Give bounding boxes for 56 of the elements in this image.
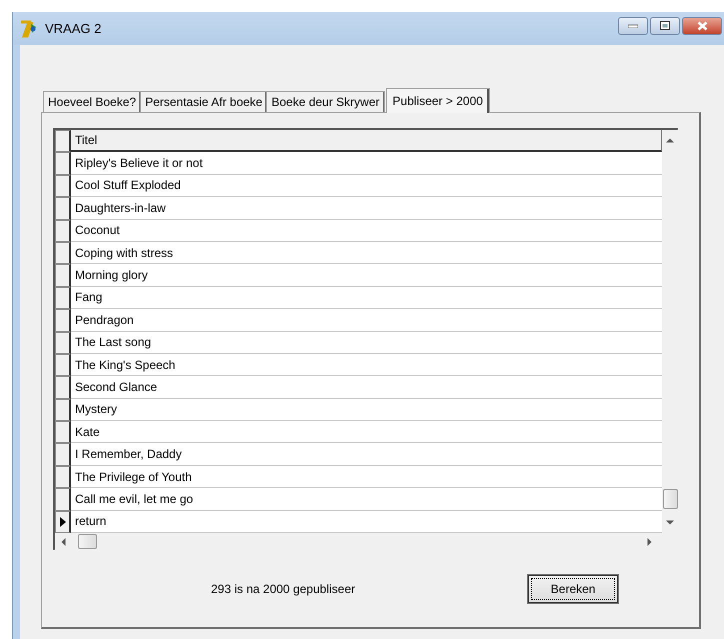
row-indicator[interactable] <box>55 443 71 466</box>
table-cell: Mystery <box>71 398 662 422</box>
row-header <box>55 130 71 152</box>
row-indicator[interactable] <box>55 152 71 175</box>
row-indicator[interactable] <box>55 466 71 488</box>
table-cell: Morning glory <box>71 264 662 287</box>
scroll-left-icon <box>61 538 66 546</box>
table-cell: Coping with stress <box>71 242 662 264</box>
row-indicator[interactable] <box>55 398 71 422</box>
app-icon <box>19 20 39 38</box>
row-indicator[interactable] <box>55 376 71 399</box>
table-cell: Pendragon <box>71 309 662 332</box>
result-label: 293 is na 2000 gepubliseer <box>211 582 356 596</box>
table-cell: Second Glance <box>71 376 662 399</box>
table-cell: The Privilege of Youth <box>71 466 662 488</box>
close-icon <box>696 20 708 30</box>
scroll-thumb[interactable] <box>663 489 678 509</box>
row-indicator[interactable] <box>55 174 71 198</box>
calculate-button[interactable]: Bereken <box>527 574 620 604</box>
table-cell: Daughters-in-law <box>71 197 662 220</box>
scroll-right-icon <box>647 538 652 546</box>
close-button[interactable] <box>682 16 722 34</box>
row-indicator[interactable] <box>55 309 71 332</box>
tab[interactable]: Hoeveel Boeke? <box>43 91 142 112</box>
table-cell: The King's Speech <box>71 354 662 376</box>
table-cell: Cool Stuff Exploded <box>71 174 662 198</box>
table-cell: Coconut <box>71 220 662 242</box>
maximize-icon <box>660 21 670 30</box>
tab[interactable]: Publiseer > 2000 <box>386 88 490 113</box>
scroll-thumb[interactable] <box>78 534 97 549</box>
row-indicator[interactable] <box>55 510 71 533</box>
minimize-icon <box>628 24 638 28</box>
row-indicator[interactable] <box>55 220 71 242</box>
row-indicator[interactable] <box>55 332 71 354</box>
table-cell: I Remember, Daddy <box>71 443 662 466</box>
tab[interactable]: Boeke deur Skrywer <box>266 91 385 112</box>
scroll-down-icon <box>666 520 674 525</box>
table-cell: Call me evil, let me go <box>71 488 662 511</box>
table-cell: Fang <box>71 286 662 310</box>
row-indicator[interactable] <box>55 242 71 264</box>
current-row-icon <box>60 516 66 527</box>
row-indicator[interactable] <box>55 264 71 287</box>
column-header[interactable]: Titel <box>71 130 662 152</box>
table-cell: The Last song <box>71 332 662 354</box>
table-cell: Ripley's Believe it or not <box>71 152 662 175</box>
row-indicator[interactable] <box>55 197 71 220</box>
row-indicator[interactable] <box>55 421 71 444</box>
row-indicator[interactable] <box>55 354 71 376</box>
table-cell: Kate <box>71 421 662 444</box>
minimize-button[interactable] <box>618 16 648 34</box>
tab[interactable]: Persentasie Afr boeke <box>140 91 268 112</box>
scroll-up-icon <box>666 138 674 143</box>
window-title: VRAAG 2 <box>45 21 102 36</box>
row-indicator[interactable] <box>55 286 71 310</box>
maximize-button[interactable] <box>650 16 680 34</box>
row-indicator[interactable] <box>55 488 71 511</box>
